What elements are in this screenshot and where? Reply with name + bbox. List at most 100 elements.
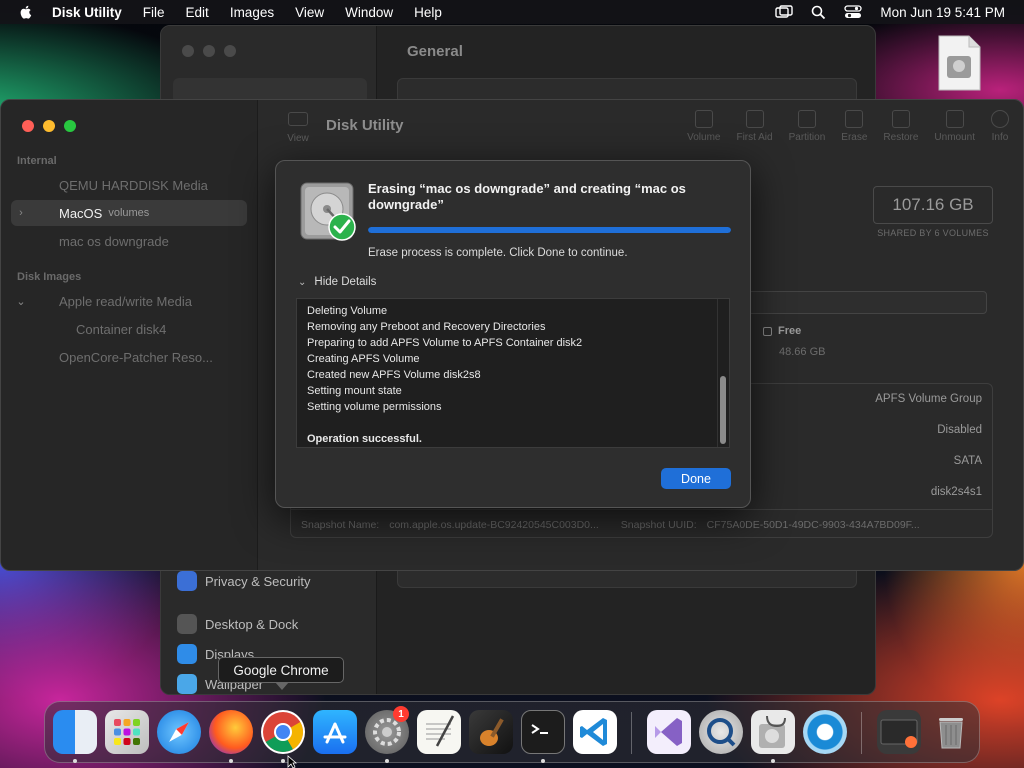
restore-label: Restore [883,132,919,143]
safari-icon[interactable] [157,710,201,754]
firefox-icon[interactable] [209,710,253,754]
sidebar-item-apple-rw-media[interactable]: ⌄ Apple read/write Media [11,288,247,314]
log-line: Removing any Preboot and Recovery Direct… [307,321,546,333]
dock-separator [631,712,632,754]
sidebar-section-internal: Internal [17,155,57,167]
menu-file[interactable]: File [143,5,165,20]
done-button[interactable]: Done [661,468,731,489]
utm-icon[interactable] [803,710,847,754]
menu-images[interactable]: Images [230,5,274,20]
partition-label: Partition [788,132,826,143]
partition-icon [797,110,816,128]
app-store-icon[interactable] [313,710,357,754]
sheet-status-text: Erase process is complete. Click Done to… [368,247,628,259]
hard-disk-icon [300,182,356,241]
progress-fill [368,227,731,233]
info-type: APFS Volume Group [875,393,982,405]
finder-icon[interactable] [53,710,97,754]
dock: 1 [44,701,980,763]
garageband-icon[interactable] [469,710,513,754]
hide-details-toggle[interactable]: ⌄ Hide Details [298,276,376,288]
hand-icon [177,571,197,591]
sidebar-item-qemu-disk[interactable]: QEMU HARDDISK Media [11,172,247,198]
snapshot-name-value: com.apple.os.update-BC92420545C003D0... [389,518,599,531]
volume-label: Volume [687,132,721,143]
log-line-success: Operation successful. [307,433,422,445]
eject-icon [945,110,964,128]
menu-help[interactable]: Help [414,5,442,20]
minimize-button[interactable] [43,120,55,132]
apple-menu-icon[interactable] [18,4,34,20]
dock-tooltip: Google Chrome [218,657,344,683]
log-line: Created new APFS Volume disk2s8 [307,369,481,381]
log-line: Deleting Volume [307,305,388,317]
dock-icon [177,614,197,634]
info-owners: Disabled [937,424,982,436]
restore-button[interactable]: Restore [883,110,918,143]
settings-traffic-lights [182,45,236,57]
dock-separator [861,712,862,754]
sidebar-item-label: mac os downgrade [59,233,169,249]
screen-mirroring-icon[interactable] [775,5,794,19]
sidebar-item-label: MacOS [59,205,103,221]
info-icon [991,110,1009,128]
erase-button[interactable]: Erase [841,110,867,143]
settings-item-label: Desktop & Dock [205,616,299,632]
free-value: 48.66 GB [779,346,826,358]
textedit-icon[interactable] [417,710,461,754]
snapshot-uuid-value: CF75A0DE-50D1-49DC-9903-434A7BD09F... [706,518,920,531]
menu-clock[interactable]: Mon Jun 19 5:41 PM [880,5,1005,20]
info-connection: SATA [953,455,982,467]
snapshot-uuid-label: Snapshot UUID: [620,518,697,531]
sidebar-item-macos[interactable]: › MacOS volumes [11,200,247,226]
sidebar-item-mac-os-downgrade[interactable]: mac os downgrade [11,228,247,254]
sidebar-item-sublabel: volumes [108,207,150,219]
log-scrollbar-thumb[interactable] [720,376,726,444]
trash-icon[interactable] [929,710,973,754]
snapshot-name-label: Snapshot Name: [301,518,380,531]
spotlight-search-icon[interactable] [811,5,826,20]
view-button[interactable]: View [280,112,316,144]
unmount-button[interactable]: Unmount [934,110,975,143]
close-button[interactable] [22,120,34,132]
log-line: Creating APFS Volume [307,353,420,365]
volume-button[interactable]: Volume [687,110,720,143]
sun-icon [177,644,197,664]
menu-window[interactable]: Window [345,5,393,20]
unmount-label: Unmount [934,132,975,143]
settings-item-privacy[interactable]: Privacy & Security [177,571,310,591]
zoom-button[interactable] [64,120,76,132]
menu-edit[interactable]: Edit [186,5,209,20]
sidebar-item-opencore[interactable]: OpenCore-Patcher Reso... [11,344,247,370]
menu-view[interactable]: View [295,5,324,20]
details-log[interactable]: Deleting Volume Removing any Preboot and… [296,298,730,448]
document-icon[interactable] [937,34,982,92]
first-aid-button[interactable]: First Aid [736,110,773,143]
log-line: Setting volume permissions [307,401,442,413]
settings-item-label: Privacy & Security [205,573,311,589]
sidebar-item-container-disk4[interactable]: Container disk4 [11,316,247,342]
chrome-icon[interactable] [261,710,305,754]
sidebar-item-label: Container disk4 [76,321,167,337]
wallpaper-icon [177,674,197,694]
plus-minus-icon [694,110,713,128]
settings-item-desktop-dock[interactable]: Desktop & Dock [177,614,298,634]
chevron-down-icon[interactable]: ⌄ [11,295,31,308]
menu-app-name[interactable]: Disk Utility [52,5,122,20]
hide-details-label: Hide Details [314,276,377,288]
chevron-right-icon[interactable]: › [11,207,31,219]
visual-studio-icon[interactable] [647,710,691,754]
screenshot-stack-icon[interactable] [877,710,921,754]
info-button[interactable]: Info [991,110,1009,143]
launchpad-icon[interactable] [105,710,149,754]
quicktime-icon[interactable] [699,710,743,754]
vscode-icon[interactable] [573,710,617,754]
stethoscope-icon [745,110,764,128]
control-center-icon[interactable] [844,5,863,19]
du-sidebar: Internal QEMU HARDDISK Media › MacOS vol… [1,100,258,570]
sidebar-section-disk-images: Disk Images [17,271,82,283]
terminal-icon[interactable] [521,710,565,754]
disk-utility-icon[interactable] [751,710,795,754]
running-indicator [771,759,775,763]
partition-button[interactable]: Partition [788,110,826,143]
